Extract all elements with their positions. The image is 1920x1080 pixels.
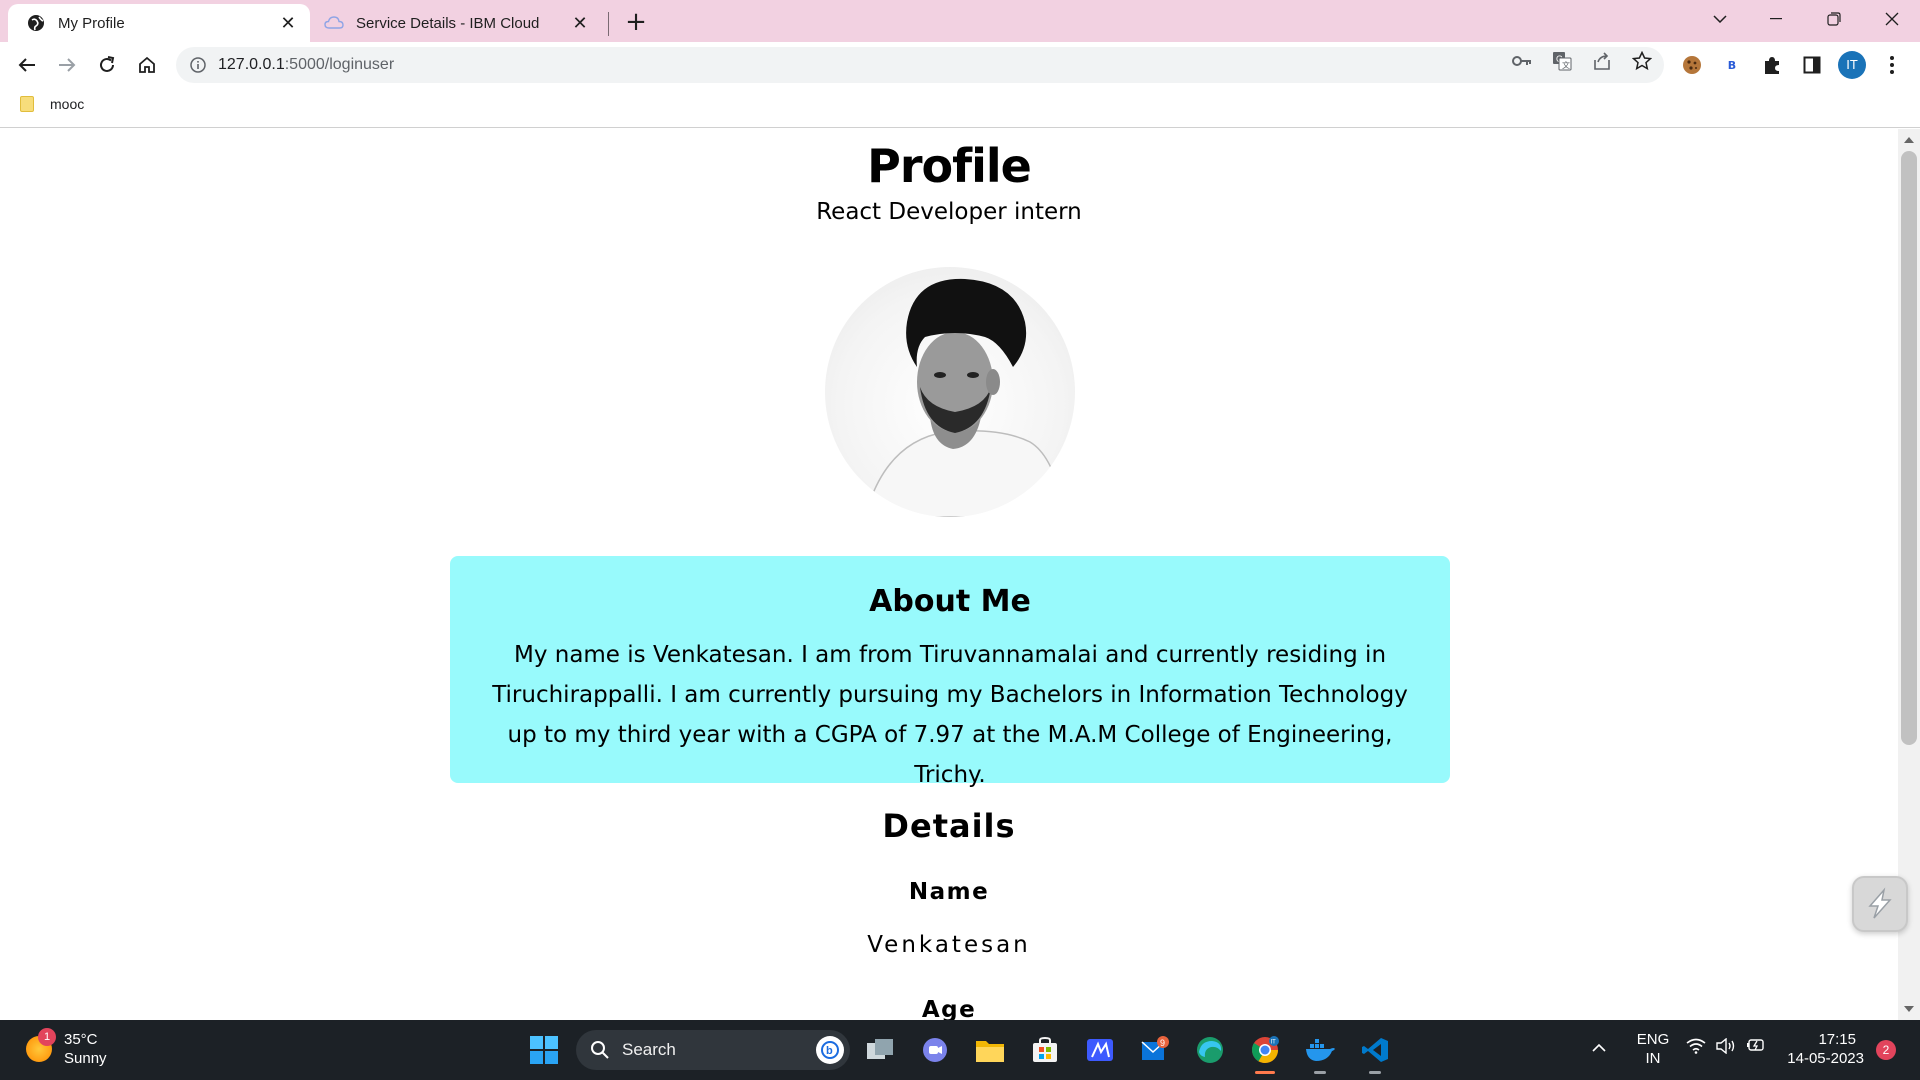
bookmark-mooc[interactable]: mooc [20,96,84,112]
tab-title: My Profile [58,14,125,32]
svg-text:b: b [826,1045,833,1057]
bing-icon[interactable]: b [816,1036,844,1064]
globe-icon [26,13,46,33]
mendeley-icon[interactable] [1082,1032,1118,1068]
active-app-indicator [1255,1071,1275,1074]
bookmarks-bar: mooc [0,88,1920,128]
age-label: Age [921,997,977,1020]
clock-date: 14-05-2023 [1787,1050,1864,1067]
folder-icon [20,96,34,112]
show-hidden-icons-chevron-icon[interactable] [1592,1038,1606,1057]
battery-icon[interactable] [1746,1038,1766,1057]
tab-ibm-cloud[interactable]: Service Details - IBM Cloud ✕ [312,4,602,42]
password-key-icon[interactable] [1511,50,1533,72]
docker-icon[interactable] [1302,1032,1338,1074]
search-icon [591,1041,609,1059]
running-app-indicator [1369,1071,1381,1074]
side-panel-icon[interactable] [1796,49,1828,81]
weather-badge: 1 [38,1028,56,1046]
address-bar[interactable]: 127.0.0.1:5000/loginuser [176,47,1664,83]
running-app-indicator [1314,1071,1326,1074]
tab-my-profile[interactable]: My Profile ✕ [8,4,310,42]
lang-top: ENG [1636,1031,1670,1048]
microsoft-store-icon[interactable] [1027,1032,1063,1068]
translate-icon[interactable]: G文 [1551,50,1573,72]
cloud-icon [324,13,344,33]
wifi-icon[interactable] [1686,1038,1706,1059]
about-heading: About Me [869,584,1031,619]
close-tab-icon[interactable]: ✕ [570,13,590,33]
close-tab-icon[interactable]: ✕ [278,13,298,33]
mail-app-icon[interactable]: 9 [1137,1032,1173,1068]
task-view-icon[interactable] [862,1032,898,1068]
windows-taskbar: 1 35°C Sunny Search b 9 IT ENG IN 17:15 … [0,1020,1920,1080]
bookmark-star-icon[interactable] [1631,50,1653,72]
floating-widget-button[interactable] [1852,876,1908,932]
reload-icon[interactable] [91,49,123,81]
details-heading: Details [882,807,1016,845]
close-window-icon[interactable] [1864,0,1920,38]
lang-bottom: IN [1645,1050,1661,1067]
browser-toolbar: 127.0.0.1:5000/loginuser G文 B IT [0,42,1920,88]
search-label: Search [622,1040,676,1059]
tab-search-chevron-icon[interactable] [1692,0,1748,38]
file-explorer-icon[interactable] [972,1032,1008,1068]
cookie-extension-icon[interactable] [1676,49,1708,81]
sun-icon: 1 [26,1028,56,1062]
url-text[interactable]: 127.0.0.1:5000/loginuser [218,56,394,74]
store-badge: 9 [1160,1038,1165,1048]
extension-b-icon[interactable]: B [1716,49,1748,81]
scrollbar-thumb[interactable] [1901,151,1917,745]
back-arrow-icon[interactable] [11,49,43,81]
scroll-up-arrow-icon[interactable] [1904,137,1914,143]
bookmark-label: mooc [50,96,85,112]
clock[interactable]: 17:15 14-05-2023 [1784,1030,1864,1068]
profile-photo [825,267,1075,517]
language-indicator[interactable]: ENG IN [1634,1030,1672,1068]
name-label: Name [908,879,990,905]
weather-temp: 35°C [64,1031,98,1048]
svg-text:IT: IT [1271,1040,1277,1046]
scroll-down-arrow-icon[interactable] [1904,1006,1914,1012]
lightning-icon [1868,887,1892,919]
home-icon[interactable] [131,49,163,81]
minimize-icon[interactable] [1748,0,1804,38]
svg-text:文: 文 [1562,60,1570,70]
name-value: Venkatesan [867,932,1031,958]
site-info-icon[interactable] [188,55,208,75]
forward-arrow-icon[interactable] [51,49,83,81]
taskbar-search[interactable]: Search b [576,1030,850,1070]
restore-icon[interactable] [1806,0,1862,38]
notification-count-badge[interactable]: 2 [1876,1040,1896,1060]
tab-divider [608,12,609,36]
profile-avatar[interactable]: IT [1836,49,1868,81]
vscode-icon[interactable] [1357,1032,1393,1074]
share-icon[interactable] [1591,50,1613,72]
edge-browser-icon[interactable] [1192,1032,1228,1068]
page-content: Profile React Developer intern About Me … [0,129,1898,1020]
about-text: My name is Venkatesan. I am from Tiruvan… [492,642,1408,788]
more-menu-icon[interactable] [1876,49,1908,81]
start-windows-icon[interactable] [526,1032,562,1068]
about-me-card: About Me My name is Venkatesan. I am fro… [450,556,1450,788]
tab-title: Service Details - IBM Cloud [356,14,540,32]
tab-strip: My Profile ✕ Service Details - IBM Cloud… [0,0,1920,42]
extensions-puzzle-icon[interactable] [1756,49,1788,81]
chrome-browser-icon[interactable]: IT [1247,1032,1283,1074]
page-subtitle: React Developer intern [816,199,1082,225]
volume-icon[interactable] [1716,1037,1736,1059]
clock-time: 17:15 [1818,1031,1856,1048]
weather-condition: Sunny [64,1050,107,1067]
page-title: Profile [867,139,1032,193]
weather-widget[interactable]: 1 35°C Sunny [26,1028,107,1068]
new-tab-button[interactable]: + [622,9,650,37]
profile-initials: IT [1838,51,1866,79]
teams-chat-icon[interactable] [917,1032,953,1068]
